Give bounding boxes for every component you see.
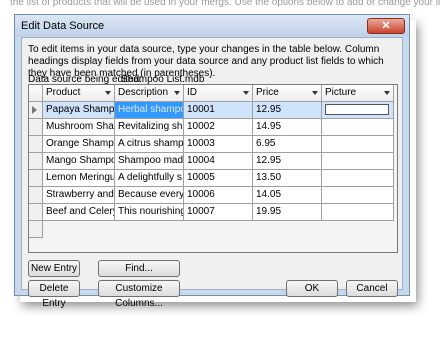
picture-field-control[interactable] (325, 104, 389, 115)
cell-price[interactable]: 6.95 (253, 136, 322, 153)
dialog-titlebar[interactable]: Edit Data Source ✕ (15, 15, 409, 37)
row-selector[interactable] (29, 119, 43, 136)
column-header-product[interactable]: Product (43, 85, 115, 102)
cell-id[interactable]: 10004 (184, 153, 253, 170)
cell-price[interactable]: 14.05 (253, 187, 322, 204)
cell-product[interactable]: Mango Shampoo (43, 153, 115, 170)
close-button[interactable]: ✕ (367, 18, 405, 34)
cell-description[interactable]: Herbal shampo... (115, 102, 184, 119)
cell-price[interactable]: 14.95 (253, 119, 322, 136)
cell-product[interactable]: Mushroom Sha... (43, 119, 115, 136)
delete-entry-button[interactable]: Delete Entry (28, 280, 80, 309)
row-selector[interactable] (29, 204, 43, 221)
column-header-picture[interactable]: Picture (322, 85, 394, 102)
cell-product[interactable]: Strawberry and ... (43, 187, 115, 204)
cell-price[interactable]: 12.95 (253, 102, 322, 119)
close-icon: ✕ (381, 20, 391, 32)
cell-picture[interactable] (322, 170, 394, 187)
chevron-down-icon[interactable] (384, 91, 390, 95)
row-selector[interactable] (29, 221, 43, 238)
cell-id[interactable]: 10001 (184, 102, 253, 119)
row-selector[interactable] (29, 170, 43, 187)
cell-picture[interactable] (322, 102, 394, 119)
cell-description[interactable]: A delightfully s... (115, 170, 184, 187)
row-selector[interactable] (29, 102, 43, 119)
cell-product[interactable]: Orange Shamp... (43, 136, 115, 153)
cell-id[interactable]: 10006 (184, 187, 253, 204)
cell-description[interactable]: This nourishing... (115, 204, 184, 221)
ok-button[interactable]: OK (286, 280, 338, 297)
cell-product[interactable]: Lemon Meringue (43, 170, 115, 187)
cell-description[interactable]: A citrus shamp... (115, 136, 184, 153)
cell-price[interactable]: 19.95 (253, 204, 322, 221)
cell-description[interactable]: Shampoo mad... (115, 153, 184, 170)
column-header-description[interactable]: Description (115, 85, 184, 102)
cell-picture[interactable] (322, 204, 394, 221)
row-selector[interactable] (29, 187, 43, 204)
cell-picture[interactable] (322, 136, 394, 153)
cell-product[interactable]: Beef and Celery... (43, 204, 115, 221)
row-selector[interactable] (29, 136, 43, 153)
cell-id[interactable]: 10003 (184, 136, 253, 153)
chevron-down-icon[interactable] (312, 91, 318, 95)
find-button[interactable]: Find... (98, 260, 180, 277)
new-entry-button[interactable]: New Entry (28, 260, 80, 277)
chevron-down-icon[interactable] (105, 91, 111, 95)
cell-id[interactable]: 10005 (184, 170, 253, 187)
column-header-price[interactable]: Price (253, 85, 322, 102)
current-row-arrow-icon (32, 106, 37, 114)
cell-price[interactable]: 12.95 (253, 153, 322, 170)
edit-data-source-dialog: Edit Data Source ✕ To edit items in your… (14, 14, 410, 309)
cell-id[interactable]: 10007 (184, 204, 253, 221)
chevron-down-icon[interactable] (174, 91, 180, 95)
background-document-text: the list of products that will be used i… (10, 0, 440, 8)
cell-id[interactable]: 10002 (184, 119, 253, 136)
dialog-client-area: To edit items in your data source, type … (21, 37, 403, 309)
cell-price[interactable]: 13.50 (253, 170, 322, 187)
dialog-title: Edit Data Source (21, 20, 105, 32)
corner-header (29, 85, 43, 102)
chevron-down-icon[interactable] (243, 91, 249, 95)
cell-description[interactable]: Because every s... (115, 187, 184, 204)
cancel-button[interactable]: Cancel (346, 280, 398, 297)
data-grid[interactable]: Product Description ID Price Picture Pap… (28, 84, 398, 253)
customize-columns-button[interactable]: Customize Columns... (98, 280, 180, 309)
cell-picture[interactable] (322, 153, 394, 170)
column-header-id[interactable]: ID (184, 85, 253, 102)
cell-description[interactable]: Revitalizing sha... (115, 119, 184, 136)
cell-picture[interactable] (322, 187, 394, 204)
row-selector[interactable] (29, 153, 43, 170)
cell-product[interactable]: Papaya Shampoo (43, 102, 115, 119)
cell-picture[interactable] (322, 119, 394, 136)
